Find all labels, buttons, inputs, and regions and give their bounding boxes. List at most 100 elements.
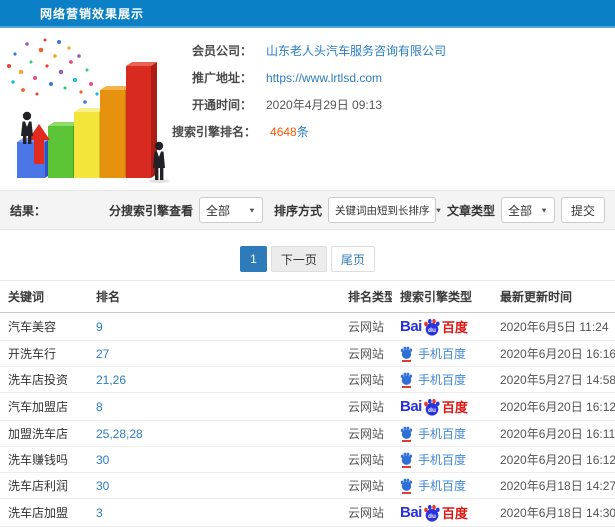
engine-cell: Bai du 百度 [392,420,492,447]
updated-time-cell: 2020年5月27日 14:58 [492,366,615,393]
keyword-cell: 开洗车行 [0,340,88,367]
engine-filter-label: 分搜索引擎查看 [108,203,193,218]
mobile-baidu-label: 手机百度 [418,347,467,361]
table-row: 开洗车行 27 云网站 Bai du 百度 [0,340,615,367]
updated-time-cell: 2020年6月18日 14:30 [492,498,615,527]
baidu-logo: Bai du 百度 [400,397,468,416]
keyword-cell: 洗车店利润 [0,472,88,499]
mobile-baidu-paw-icon [400,478,413,494]
mobile-baidu-label: 手机百度 [418,479,467,493]
rank-type-cell: 云网站 [340,392,392,421]
mobile-baidu-label: 手机百度 [418,427,467,441]
rank-link[interactable]: 3 [88,498,340,527]
baidu-wordmark-cn: 百度 [441,400,468,415]
table-row: 汽车加盟店 8 云网站 Bai du 百度 2020年6月20日 16:12 [0,392,615,421]
rank-type-cell: 云网站 [340,420,392,447]
article-type-value: 全部 [507,203,532,218]
rank-type-cell: 云网站 [340,312,392,341]
rank-type-cell: 云网站 [340,446,392,473]
engine-filter-value: 全部 [205,203,230,218]
pagination: 1 下一页 尾页 [0,246,615,272]
rank-type-cell: 云网站 [340,366,392,393]
next-page-button[interactable]: 下一页 [270,246,327,272]
submit-button[interactable]: 提交 [560,197,605,223]
updated-time-cell: 2020年6月18日 14:27 [492,472,615,499]
engine-cell: Bai du 百度 [392,340,492,367]
mobile-baidu-underline [402,465,411,468]
company-label: 会员公司： [191,44,252,58]
baidu-wordmark-bai: Bai [400,504,422,521]
member-info-panel: 会员公司： 山东老人头汽车服务咨询有限公司 推广地址： https://www.… [172,28,615,190]
bar-chart-graphic [7,38,169,183]
mobile-baidu-badge: 手机百度 [400,345,466,362]
rank-link[interactable]: 30 [88,472,340,499]
rank-link[interactable]: 8 [88,392,340,421]
engine-cell: Bai du 百度 [392,312,492,341]
last-page-button[interactable]: 尾页 [330,246,375,272]
results-table: 关键词 排名 排名类型 搜索引擎类型 最新更新时间 汽车美容 9 云网站 Bai… [0,280,615,527]
mobile-baidu-label: 手机百度 [418,453,467,467]
article-type-label: 文章类型 [446,203,495,218]
bar-chart-illustration [0,28,172,190]
engine-cell: Bai du 百度 [392,366,492,393]
col-keyword: 关键词 [0,280,88,313]
mobile-baidu-badge: 手机百度 [400,477,466,494]
engine-cell: Bai du 百度 [392,498,492,527]
rank-link[interactable]: 21,26 [88,366,340,393]
rank-unit: 条 [296,125,309,139]
mobile-baidu-underline [402,385,411,388]
baidu-wordmark-bai: Bai [400,398,422,415]
engine-cell: Bai du 百度 [392,472,492,499]
results-table-body: 汽车美容 9 云网站 Bai du 百度 2020年6月5日 11:24 开洗车… [0,312,615,527]
engine-cell: Bai du 百度 [392,446,492,473]
mobile-baidu-underline [402,491,411,494]
table-row: 加盟洗车店 25,28,28 云网站 Bai du 百度 [0,420,615,447]
updated-time-cell: 2020年6月20日 16:16 [492,340,615,367]
col-rank-type: 排名类型 [340,280,392,313]
rank-type-cell: 云网站 [340,340,392,367]
baidu-paw-icon: du [424,318,440,336]
baidu-wordmark-cn: 百度 [441,320,468,335]
baidu-paw-icon: du [424,504,440,522]
info-row-url: 推广地址： https://www.lrtlsd.com [172,64,615,91]
table-header-row: 关键词 排名 排名类型 搜索引擎类型 最新更新时间 [0,280,615,313]
table-row: 洗车店加盟 3 云网站 Bai du 百度 2020年6月18日 14:30 [0,498,615,527]
promo-url-link[interactable]: https://www.lrtlsd.com [266,71,382,85]
rank-link[interactable]: 30 [88,446,340,473]
caret-down-icon: ▼ [434,206,443,214]
mobile-baidu-underline [402,359,411,362]
info-row-open-time: 开通时间： 2020年4月29日 09:13 [172,91,615,118]
info-row-company: 会员公司： 山东老人头汽车服务咨询有限公司 [172,37,615,64]
keyword-cell: 加盟洗车店 [0,420,88,447]
baidu-logo: Bai du 百度 [400,317,468,336]
mobile-baidu-underline [402,439,411,442]
baidu-wordmark-bai: Bai [400,318,422,335]
baidu-logo: Bai du 百度 [400,503,468,522]
sort-filter-label: 排序方式 [273,203,322,218]
keyword-cell: 汽车加盟店 [0,392,88,421]
mobile-baidu-badge: 手机百度 [400,425,466,442]
page-1-button[interactable]: 1 [240,246,267,272]
baidu-paw-du-text: du [428,406,436,413]
rank-count: 4648 [270,125,297,139]
keyword-cell: 洗车店加盟 [0,498,88,527]
sort-filter-value: 关键词由短到长排序 [334,204,430,217]
company-link[interactable]: 山东老人头汽车服务咨询有限公司 [266,42,446,59]
mobile-baidu-label: 手机百度 [418,373,467,387]
engine-filter-select[interactable]: 全部 ▼ [198,197,263,223]
mobile-baidu-paw-icon [400,372,413,388]
table-row: 洗车赚钱吗 30 云网站 Bai du 百度 [0,446,615,473]
baidu-paw-icon: du [424,398,440,416]
updated-time-cell: 2020年6月20日 16:12 [492,392,615,421]
promo-url-label: 推广地址： [191,71,252,85]
keyword-cell: 洗车赚钱吗 [0,446,88,473]
sort-filter-select[interactable]: 关键词由短到长排序 ▼ [327,197,442,223]
page-header: 网络营销效果展示 [0,0,615,28]
article-type-select[interactable]: 全部 ▼ [500,197,555,223]
rank-link[interactable]: 27 [88,340,340,367]
mobile-baidu-paw-icon [400,452,413,468]
baidu-wordmark-cn: 百度 [441,506,468,521]
rank-link[interactable]: 25,28,28 [88,420,340,447]
rank-link[interactable]: 9 [88,312,340,341]
engine-cell: Bai du 百度 [392,392,492,421]
